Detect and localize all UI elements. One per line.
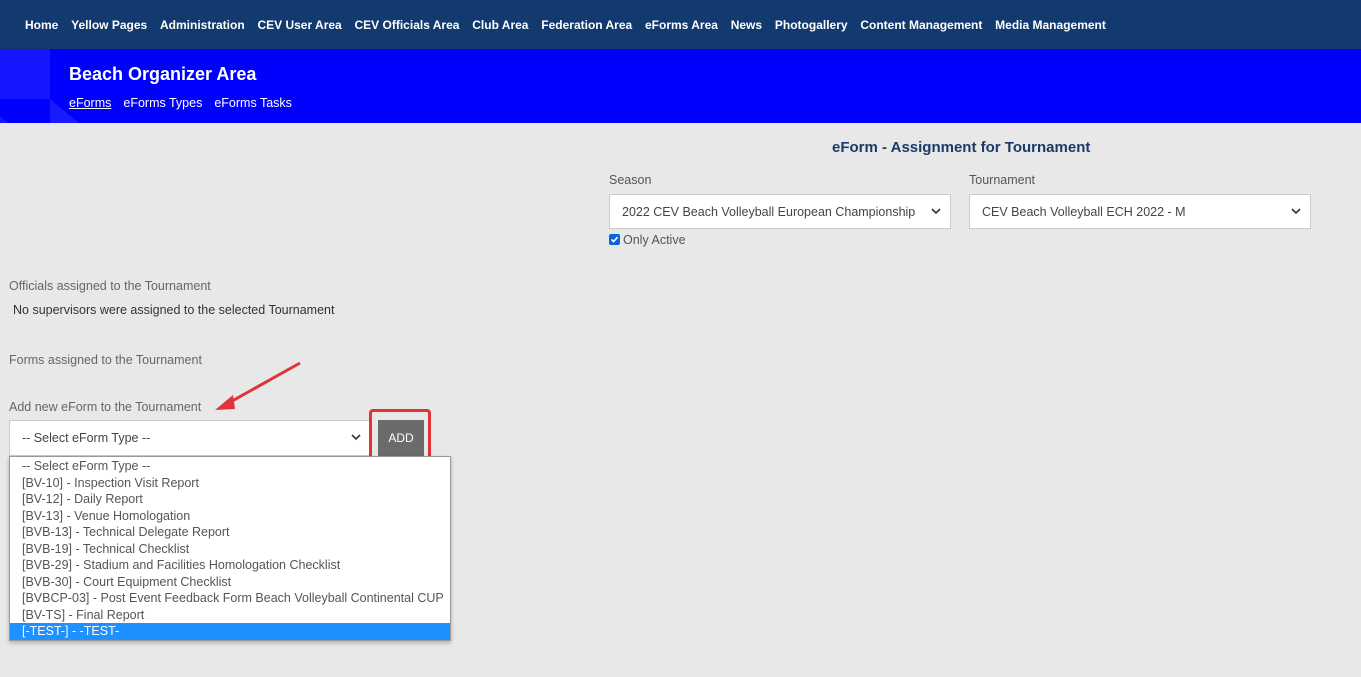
- add-button[interactable]: ADD: [378, 420, 424, 456]
- nav-news[interactable]: News: [731, 18, 762, 32]
- nav-federation-area[interactable]: Federation Area: [541, 18, 632, 32]
- dropdown-option[interactable]: [BVB-13] - Technical Delegate Report: [10, 524, 450, 541]
- nav-club-area[interactable]: Club Area: [472, 18, 528, 32]
- tournament-label: Tournament: [969, 173, 1036, 187]
- tournament-select[interactable]: CEV Beach Volleyball ECH 2022 - M: [969, 194, 1311, 229]
- chevron-down-icon: [351, 434, 361, 441]
- nav-cev-officials-area[interactable]: CEV Officials Area: [355, 18, 460, 32]
- checkmark-icon: [610, 236, 619, 243]
- add-eform-label: Add new eForm to the Tournament: [9, 400, 202, 414]
- dropdown-option[interactable]: [BVB-29] - Stadium and Facilities Homolo…: [10, 557, 450, 574]
- dropdown-option[interactable]: [BV-10] - Inspection Visit Report: [10, 475, 450, 492]
- only-active-label: Only Active: [623, 233, 686, 247]
- chevron-down-icon: [931, 208, 941, 215]
- chevron-down-icon: [1291, 208, 1301, 215]
- dropdown-option[interactable]: [BV-TS] - Final Report: [10, 607, 450, 624]
- subnav-eforms-tasks[interactable]: eForms Tasks: [214, 96, 292, 110]
- nav-cev-user-area[interactable]: CEV User Area: [257, 18, 341, 32]
- nav-home[interactable]: Home: [25, 18, 58, 32]
- nav-media-management[interactable]: Media Management: [995, 18, 1106, 32]
- season-select[interactable]: 2022 CEV Beach Volleyball European Champ…: [609, 194, 951, 229]
- nav-eforms-area[interactable]: eForms Area: [645, 18, 718, 32]
- only-active-checkbox[interactable]: [609, 234, 620, 245]
- page-title: Beach Organizer Area: [69, 64, 257, 84]
- nav-administration[interactable]: Administration: [160, 18, 245, 32]
- top-navigation: Home Yellow Pages Administration CEV Use…: [0, 0, 1361, 49]
- form-title: eForm - Assignment for Tournament: [832, 139, 1091, 156]
- dropdown-option-highlighted[interactable]: [-TEST-] - -TEST-: [10, 623, 450, 641]
- nav-photogallery[interactable]: Photogallery: [775, 18, 848, 32]
- dropdown-option[interactable]: [BVB-19] - Technical Checklist: [10, 541, 450, 558]
- annotation-arrow: [215, 361, 301, 410]
- officials-label: Officials assigned to the Tournament: [9, 279, 211, 293]
- nav-content-management[interactable]: Content Management: [860, 18, 982, 32]
- tournament-select-value: CEV Beach Volleyball ECH 2022 - M: [982, 204, 1186, 219]
- subnav-eforms-types[interactable]: eForms Types: [123, 96, 202, 110]
- sub-navigation: eForms eForms Types eForms Tasks: [69, 96, 304, 110]
- area-banner: Beach Organizer Area eForms eForms Types…: [0, 49, 1361, 123]
- dropdown-option[interactable]: [BVB-30] - Court Equipment Checklist: [10, 574, 450, 591]
- nav-yellow-pages[interactable]: Yellow Pages: [71, 18, 147, 32]
- eform-type-select-value: -- Select eForm Type --: [22, 431, 151, 445]
- eform-type-select[interactable]: -- Select eForm Type --: [9, 420, 371, 456]
- dropdown-option[interactable]: -- Select eForm Type --: [10, 458, 450, 475]
- season-select-value: 2022 CEV Beach Volleyball European Champ…: [622, 204, 916, 219]
- dropdown-option[interactable]: [BVBCP-03] - Post Event Feedback Form Be…: [10, 590, 450, 607]
- no-supervisors-text: No supervisors were assigned to the sele…: [13, 303, 335, 317]
- eform-type-dropdown: -- Select eForm Type -- [BV-10] - Inspec…: [9, 456, 451, 641]
- dropdown-option[interactable]: [BV-12] - Daily Report: [10, 491, 450, 508]
- dropdown-option[interactable]: [BV-13] - Venue Homologation: [10, 508, 450, 525]
- banner-decoration: [0, 49, 79, 123]
- subnav-eforms[interactable]: eForms: [69, 96, 111, 110]
- season-label: Season: [609, 173, 652, 187]
- forms-assigned-label: Forms assigned to the Tournament: [9, 353, 202, 367]
